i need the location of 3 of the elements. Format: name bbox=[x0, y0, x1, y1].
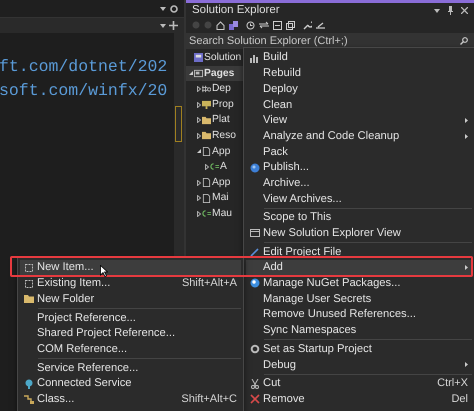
code-line: ft.com/dotnet/202 bbox=[0, 56, 168, 78]
panel-title: Solution Explorer bbox=[192, 2, 280, 18]
code-line: soft.com/winfx/20 bbox=[0, 80, 168, 102]
